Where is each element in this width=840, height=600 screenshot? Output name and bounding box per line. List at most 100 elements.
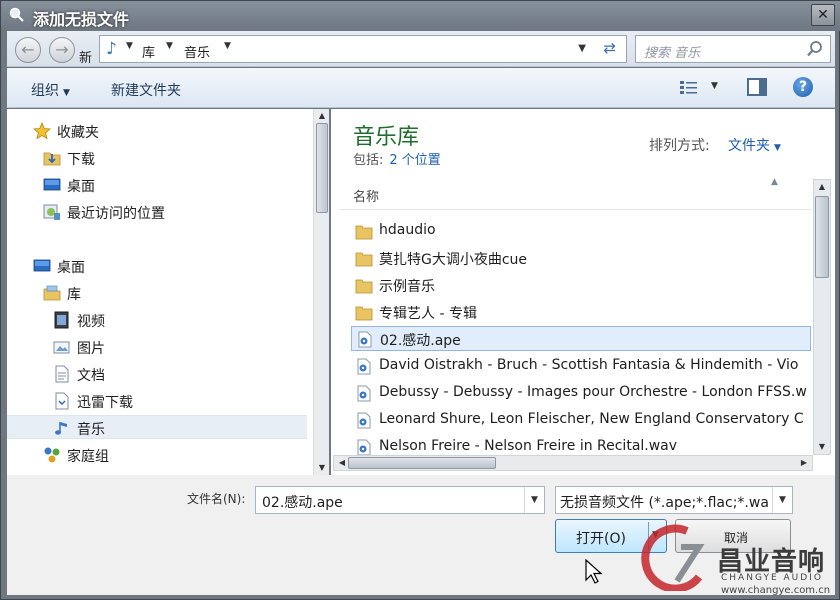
chevron-down-icon[interactable]: ▼ — [524, 487, 544, 513]
window-title: 添加无损文件 — [33, 10, 130, 29]
back-arrow-icon: ← — [21, 40, 35, 59]
scroll-right-icon[interactable]: ▶ — [796, 456, 812, 470]
list-item[interactable]: 莫扎特G大调小夜曲cue — [351, 246, 811, 271]
audio-file-icon — [357, 439, 371, 455]
sidebar-item-libraries[interactable]: 库 — [7, 281, 307, 305]
search-box[interactable]: 搜索 音乐 — [635, 35, 831, 63]
recent-places-icon — [43, 204, 60, 220]
dialog-window: 添加无损文件 ✕ ← → 新 ♪ ▼ 库 ▼ 音乐 ▼ ▼ ⇄ 搜索 音乐 组织… — [0, 0, 840, 600]
navigation-pane: 收藏夹 下载 桌面 最近访问的位置 桌面 库 视频 图片 文档 迅雷下载 音乐 … — [7, 109, 313, 475]
music-note-icon: ♪ — [106, 39, 117, 59]
watermark-url: www.changye.com.cn — [721, 585, 831, 596]
sidebar-item-label: 视频 — [77, 314, 105, 330]
list-item[interactable]: David Oistrakh - Bruch - Scottish Fantas… — [351, 354, 811, 379]
desktop-icon — [43, 178, 61, 191]
help-icon[interactable]: ? — [793, 77, 813, 97]
sidebar-item-music[interactable]: 音乐 — [7, 415, 307, 439]
sidebar-item-label: 收藏夹 — [57, 125, 99, 141]
organize-button[interactable]: 组织 ▼ — [31, 80, 70, 100]
chevron-down-icon: ▼ — [774, 143, 781, 153]
sidebar-item-label: 下载 — [67, 152, 95, 168]
refresh-icon[interactable]: ⇄ — [603, 39, 616, 57]
sidebar-item-desktop-root[interactable]: 桌面 — [7, 254, 307, 278]
sidebar-item-label: 音乐 — [77, 422, 105, 438]
scroll-down-icon[interactable]: ▼ — [814, 440, 830, 454]
address-history-dropdown-icon[interactable]: ▼ — [578, 43, 586, 54]
list-item[interactable]: hdaudio — [351, 219, 811, 244]
star-icon — [33, 122, 51, 140]
scrollbar-thumb[interactable] — [815, 196, 829, 278]
watermark: 昌业音响 CHANGYE AUDIO www.changye.com.cn — [637, 521, 840, 600]
includes-locations-link[interactable]: 2 个位置 — [389, 153, 440, 168]
includes-label: 包括: — [353, 153, 384, 168]
breadcrumb-chevron-icon[interactable]: ▼ — [126, 41, 133, 51]
new-folder-button[interactable]: 新建文件夹 — [111, 80, 181, 100]
file-type-filter-value: 无损音频文件 (*.ape;*.flac;*.wa — [560, 495, 769, 511]
file-type-filter-select[interactable]: 无损音频文件 (*.ape;*.flac;*.wa ▼ — [555, 486, 793, 514]
list-item[interactable]: 专辑艺人 - 专辑 — [351, 300, 811, 325]
breadcrumb-library[interactable]: 库 — [142, 42, 155, 61]
list-item[interactable]: 示例音乐 — [351, 273, 811, 298]
view-dropdown-icon[interactable]: ▼ — [711, 81, 718, 91]
mouse-cursor-icon — [585, 559, 603, 584]
breadcrumb-chevron-icon[interactable]: ▼ — [224, 41, 231, 51]
sidebar-item-pictures[interactable]: 图片 — [7, 335, 307, 359]
breadcrumb-chevron-icon[interactable]: ▼ — [166, 41, 173, 51]
sidebar-item-desktop[interactable]: 桌面 — [7, 173, 307, 197]
thunder-download-icon — [55, 392, 69, 410]
view-options-icon[interactable] — [679, 79, 699, 97]
forward-button[interactable]: → — [49, 37, 75, 63]
sidebar-item-label: 家庭组 — [67, 449, 109, 465]
scroll-up-icon[interactable]: ▲ — [814, 180, 830, 194]
sidebar-item-homegroup[interactable]: 家庭组 — [7, 443, 307, 467]
scroll-up-icon[interactable]: ▲ — [314, 109, 330, 123]
truncated-label: 新 — [79, 51, 93, 66]
close-button[interactable]: ✕ — [811, 4, 835, 26]
sidebar-item-favorites[interactable]: 收藏夹 — [7, 119, 307, 143]
forward-arrow-icon: → — [55, 40, 69, 59]
file-name: 莫扎特G大调小夜曲cue — [379, 252, 528, 268]
sidebar-item-downloads[interactable]: 下载 — [7, 146, 307, 170]
scrollbar-thumb[interactable] — [348, 457, 496, 469]
list-item-selected[interactable]: 02.感动.ape — [351, 326, 811, 351]
list-item[interactable]: Nelson Freire - Nelson Freire in Recital… — [351, 435, 811, 455]
open-button-label: 打开(O) — [576, 531, 626, 547]
sidebar-item-videos[interactable]: 视频 — [7, 308, 307, 332]
sidebar-item-recent-places[interactable]: 最近访问的位置 — [7, 200, 307, 224]
library-includes: 包括: 2 个位置 — [353, 149, 441, 168]
title-bar: 添加无损文件 ✕ — [1, 1, 840, 31]
navigation-scrollbar[interactable]: ▲ ▼ — [313, 109, 329, 475]
sidebar-item-label: 库 — [67, 287, 81, 303]
audio-file-icon — [357, 412, 371, 429]
scroll-down-icon[interactable]: ▼ — [314, 461, 330, 475]
file-list-horizontal-scrollbar[interactable]: ◀ ▶ — [333, 455, 813, 471]
sort-dropdown[interactable]: 文件夹 ▼ — [728, 135, 781, 155]
folder-icon — [355, 252, 373, 267]
sort-value: 文件夹 — [728, 138, 770, 154]
list-item[interactable]: Debussy - Debussy - Images pour Orchestr… — [351, 381, 811, 406]
library-title: 音乐库 — [353, 125, 420, 150]
file-name: 专辑艺人 - 专辑 — [379, 306, 477, 322]
preview-pane-icon[interactable] — [747, 78, 767, 96]
column-header-name[interactable]: 名称 — [353, 186, 379, 205]
file-name: Leonard Shure, Leon Fleischer, New Engla… — [379, 411, 804, 427]
file-list-vertical-scrollbar[interactable]: ▲ ▼ — [813, 179, 831, 455]
address-bar[interactable]: ♪ ▼ 库 ▼ 音乐 ▼ ▼ ⇄ — [99, 35, 627, 63]
chevron-down-icon[interactable]: ▼ — [772, 487, 792, 513]
list-item[interactable]: Leonard Shure, Leon Fleischer, New Engla… — [351, 408, 811, 433]
file-name: 示例音乐 — [379, 279, 435, 295]
sidebar-item-thunder-downloads[interactable]: 迅雷下载 — [7, 389, 307, 413]
command-toolbar: 组织 ▼ 新建文件夹 ▼ ? — [7, 68, 835, 108]
back-button[interactable]: ← — [15, 37, 41, 63]
library-icon — [43, 285, 61, 301]
sidebar-item-documents[interactable]: 文档 — [7, 362, 307, 386]
breadcrumb-music[interactable]: 音乐 — [184, 42, 210, 61]
file-name-input[interactable]: 02.感动.ape ▼ — [255, 486, 545, 514]
search-icon[interactable] — [806, 40, 824, 58]
music-library-icon — [55, 422, 67, 435]
sidebar-item-label: 迅雷下载 — [77, 395, 133, 411]
folder-icon — [355, 225, 373, 240]
documents-library-icon — [55, 365, 69, 383]
audio-file-icon — [357, 385, 371, 402]
scrollbar-thumb[interactable] — [316, 123, 328, 213]
